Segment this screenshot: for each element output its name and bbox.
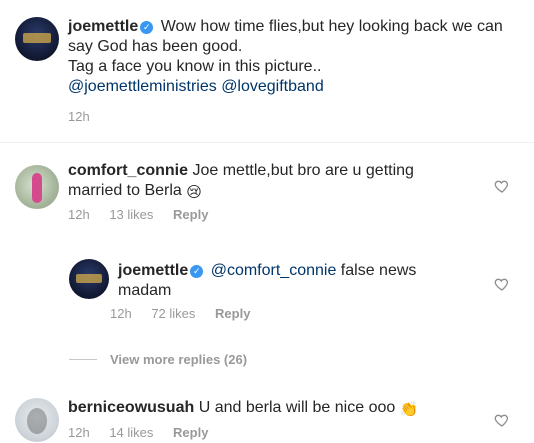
heart-outline-icon[interactable] xyxy=(494,412,510,428)
caption-line-1: Wow how time flies,but hey looking back … xyxy=(160,18,503,35)
comment-likes[interactable]: 13 likes xyxy=(109,207,153,222)
comment-avatar[interactable] xyxy=(15,398,59,442)
post-time: 12h xyxy=(68,109,90,124)
comment-text-line-1: U and berla will be nice ooo xyxy=(198,399,396,416)
reply-text-line-2: madam xyxy=(118,282,172,299)
reply-text-line-1: false news xyxy=(340,262,417,279)
reply-likes[interactable]: 72 likes xyxy=(151,306,195,321)
comment-username[interactable]: berniceowusuah xyxy=(68,399,194,416)
reply-button[interactable]: Reply xyxy=(173,207,208,222)
mention-joemettleministries[interactable]: @joemettleministries xyxy=(68,78,217,95)
comment-text: comfort_connie Joe mettle,but bro are u … xyxy=(68,161,488,203)
heart-outline-icon[interactable] xyxy=(494,276,510,292)
reply-time: 12h xyxy=(110,306,132,321)
mention-comfort-connie[interactable]: @comfort_connie xyxy=(211,262,337,279)
clapping-hands-emoji: 👏 xyxy=(399,401,419,418)
verified-badge-icon: ✓ xyxy=(190,265,204,278)
divider xyxy=(0,142,534,143)
comment-meta: 12h 14 likes Reply xyxy=(68,425,208,440)
reply-avatar[interactable] xyxy=(69,259,109,299)
heart-outline-icon[interactable] xyxy=(494,178,510,194)
caption-line-2: say God has been good. xyxy=(68,38,243,55)
comment-username[interactable]: comfort_connie xyxy=(68,162,188,179)
reply-username[interactable]: joemettle xyxy=(118,262,188,279)
comment-text-line-1: Joe mettle,but bro are u getting xyxy=(192,162,414,179)
comment-likes[interactable]: 14 likes xyxy=(109,425,153,440)
view-more-divider xyxy=(69,359,97,360)
post-caption: joemettle ✓ Wow how time flies,but hey lo… xyxy=(68,17,528,97)
verified-badge-icon: ✓ xyxy=(140,21,154,34)
reply-text: joemettle ✓ @comfort_connie false news ma… xyxy=(118,261,478,301)
comment-meta: 12h 13 likes Reply xyxy=(68,207,208,222)
crying-face-emoji: 😢 xyxy=(186,184,202,201)
comment-time: 12h xyxy=(68,207,90,222)
reply-button[interactable]: Reply xyxy=(215,306,250,321)
reply-button[interactable]: Reply xyxy=(173,425,208,440)
comment-avatar[interactable] xyxy=(15,165,59,209)
post-author-avatar[interactable] xyxy=(15,17,59,61)
view-more-replies-button[interactable]: View more replies (26) xyxy=(110,352,247,367)
post-author-username[interactable]: joemettle xyxy=(68,18,138,35)
mention-lovegiftband[interactable]: @lovegiftband xyxy=(221,78,324,95)
caption-line-3: Tag a face you know in this picture.. xyxy=(68,58,322,75)
reply-meta: 12h 72 likes Reply xyxy=(110,306,250,321)
comment-text: berniceowusuah U and berla will be nice … xyxy=(68,398,488,420)
comment-text-line-2: married to Berla xyxy=(68,182,182,199)
comment-time: 12h xyxy=(68,425,90,440)
